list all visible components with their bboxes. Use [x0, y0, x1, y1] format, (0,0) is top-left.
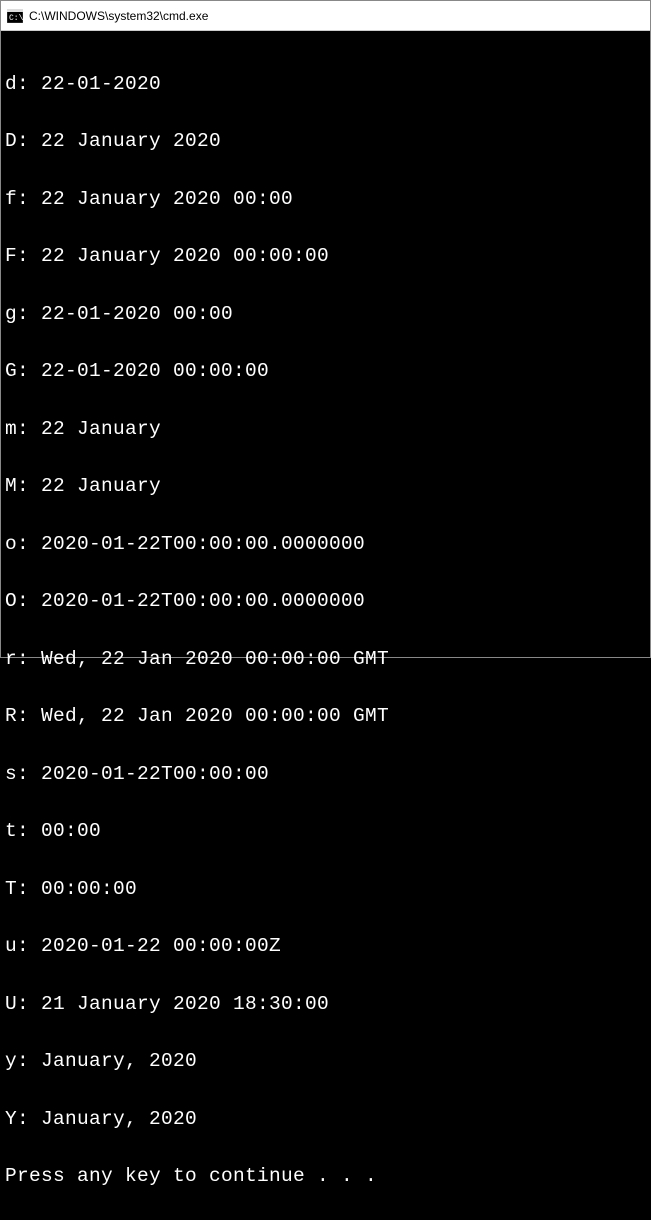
output-line: s: 2020-01-22T00:00:00 [5, 760, 646, 789]
output-line: G: 22-01-2020 00:00:00 [5, 357, 646, 386]
output-line: F: 22 January 2020 00:00:00 [5, 242, 646, 271]
window-title: C:\WINDOWS\system32\cmd.exe [29, 9, 208, 23]
output-line: t: 00:00 [5, 817, 646, 846]
output-line: y: January, 2020 [5, 1047, 646, 1076]
window-titlebar[interactable]: C:\ C:\WINDOWS\system32\cmd.exe [1, 1, 650, 31]
output-line: r: Wed, 22 Jan 2020 00:00:00 GMT [5, 645, 646, 674]
output-line: T: 00:00:00 [5, 875, 646, 904]
output-line: R: Wed, 22 Jan 2020 00:00:00 GMT [5, 702, 646, 731]
output-line: U: 21 January 2020 18:30:00 [5, 990, 646, 1019]
output-line: D: 22 January 2020 [5, 127, 646, 156]
output-line: u: 2020-01-22 00:00:00Z [5, 932, 646, 961]
terminal-output[interactable]: d: 22-01-2020 D: 22 January 2020 f: 22 J… [1, 31, 650, 657]
output-line: M: 22 January [5, 472, 646, 501]
svg-text:C:\: C:\ [9, 14, 23, 23]
output-line: O: 2020-01-22T00:00:00.0000000 [5, 587, 646, 616]
output-line: m: 22 January [5, 415, 646, 444]
output-line: d: 22-01-2020 [5, 70, 646, 99]
cmd-icon: C:\ [7, 8, 23, 24]
prompt-line: Press any key to continue . . . [5, 1162, 646, 1191]
output-line: Y: January, 2020 [5, 1105, 646, 1134]
output-line: o: 2020-01-22T00:00:00.0000000 [5, 530, 646, 559]
output-line: g: 22-01-2020 00:00 [5, 300, 646, 329]
output-line: f: 22 January 2020 00:00 [5, 185, 646, 214]
